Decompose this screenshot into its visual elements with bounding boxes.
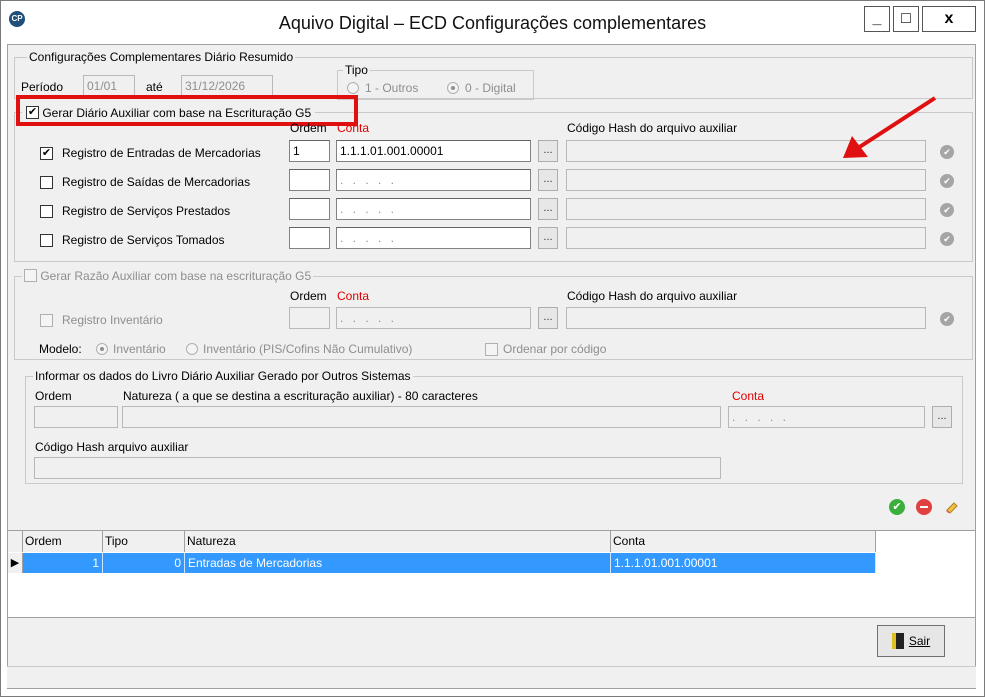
table-row[interactable]: ▶ 1 0 Entradas de Mercadorias 1.1.1.01.0… <box>8 553 876 573</box>
eraser-icon[interactable] <box>945 500 959 514</box>
entradas-checkbox[interactable]: ✔ <box>40 147 53 160</box>
saidas-hash-field[interactable] <box>566 169 926 191</box>
entradas-lock-icon: ✔ <box>940 145 954 159</box>
outros-natureza-label: Natureza ( a que se destina a escrituraç… <box>123 389 478 403</box>
close-button[interactable]: x <box>922 6 976 32</box>
saidas-lock-icon: ✔ <box>940 174 954 188</box>
outros-hash-label: Código Hash arquivo auxiliar <box>35 440 189 454</box>
ordenar-codigo-label: Ordenar por código <box>503 342 607 356</box>
modelo-pis-cofins-label: Inventário (PIS/Cofins Não Cumulativo) <box>203 342 413 356</box>
periodo-fim-field[interactable]: 31/12/2026 <box>181 75 273 97</box>
servicos-tomados-label: Registro de Serviços Tomados <box>62 233 225 247</box>
saidas-ordem-field[interactable] <box>289 169 330 191</box>
inventario-lock-icon: ✔ <box>940 312 954 326</box>
saidas-label: Registro de Saídas de Mercadorias <box>62 175 251 189</box>
outros-browse-button[interactable]: ... <box>932 406 952 428</box>
grid-col-tipo[interactable]: Tipo <box>103 531 185 552</box>
razao-ordem-header: Ordem <box>290 289 327 303</box>
grid-corner <box>8 531 23 552</box>
inventario-hash-field[interactable] <box>566 307 926 329</box>
sair-button[interactable]: Sair <box>877 625 945 657</box>
inventario-browse-button[interactable]: ... <box>538 307 558 329</box>
tipo-outros-label: 1 - Outros <box>365 81 419 95</box>
servicos-prestados-hash-field[interactable] <box>566 198 926 220</box>
hash-header: Código Hash do arquivo auxiliar <box>567 121 738 135</box>
outros-sistemas-legend: Informar os dados do Livro Diário Auxili… <box>33 369 413 383</box>
entradas-hash-field[interactable] <box>566 140 926 162</box>
outros-ordem-label: Ordem <box>35 389 72 403</box>
entradas-ordem-field[interactable]: 1 <box>289 140 330 162</box>
outros-hash-field[interactable] <box>34 457 721 479</box>
servicos-prestados-browse-button[interactable]: ... <box>538 198 558 220</box>
razao-g5-legend: Gerar Razão Auxiliar com base na escritu… <box>22 268 314 283</box>
ordem-header: Ordem <box>290 121 327 135</box>
saidas-checkbox[interactable] <box>40 176 53 189</box>
saidas-browse-button[interactable]: ... <box>538 169 558 191</box>
tipo-legend: Tipo <box>343 63 370 77</box>
razao-hash-header: Código Hash do arquivo auxiliar <box>567 289 738 303</box>
tipo-digital-label: 0 - Digital <box>465 81 516 95</box>
grid-col-natureza[interactable]: Natureza <box>185 531 611 552</box>
periodo-label: Período <box>21 80 64 94</box>
modelo-inventario-radio[interactable] <box>96 343 108 355</box>
cancel-icon[interactable] <box>916 499 932 515</box>
inventario-checkbox[interactable] <box>40 314 53 327</box>
sair-label: Sair <box>908 634 931 648</box>
outros-natureza-field[interactable] <box>122 406 721 428</box>
gerar-razao-checkbox[interactable] <box>24 269 37 283</box>
ordenar-codigo-checkbox[interactable] <box>485 343 498 356</box>
outros-conta-field[interactable]: . . . . . <box>728 406 925 428</box>
modelo-inventario-label: Inventário <box>113 342 166 356</box>
exit-door-icon <box>891 633 904 649</box>
cell-conta[interactable]: 1.1.1.01.001.00001 <box>611 553 876 573</box>
entradas-label: Registro de Entradas de Mercadorias <box>62 146 261 160</box>
tipo-outros-radio[interactable] <box>347 82 359 94</box>
maximize-button[interactable]: □ <box>893 6 919 32</box>
diario-resumido-legend: Configurações Complementares Diário Resu… <box>27 50 296 64</box>
records-grid[interactable]: Ordem Tipo Natureza Conta ▶ 1 0 Entradas… <box>7 530 976 618</box>
conta-header: Conta <box>337 121 370 135</box>
window-title: Aquivo Digital – ECD Configurações compl… <box>278 13 707 33</box>
cell-natureza[interactable]: Entradas de Mercadorias <box>185 553 611 573</box>
servicos-prestados-label: Registro de Serviços Prestados <box>62 204 231 218</box>
grid-col-ordem[interactable]: Ordem <box>23 531 103 552</box>
modelo-pis-cofins-radio[interactable] <box>186 343 198 355</box>
servicos-prestados-lock-icon: ✔ <box>940 203 954 217</box>
gerar-razao-label: Gerar Razão Auxiliar com base na escritu… <box>40 268 312 283</box>
grid-header: Ordem Tipo Natureza Conta <box>8 531 876 552</box>
servicos-tomados-browse-button[interactable]: ... <box>538 227 558 249</box>
servicos-tomados-checkbox[interactable] <box>40 234 53 247</box>
row-indicator-icon: ▶ <box>8 553 23 573</box>
confirm-icon[interactable]: ✔ <box>889 499 905 515</box>
servicos-prestados-ordem-field[interactable] <box>289 198 330 220</box>
tipo-digital-radio[interactable] <box>447 82 459 94</box>
title-bar[interactable]: CP Aquivo Digital – ECD Configurações co… <box>1 1 984 45</box>
inventario-label: Registro Inventário <box>62 313 163 327</box>
entradas-browse-button[interactable]: ... <box>538 140 558 162</box>
servicos-prestados-checkbox[interactable] <box>40 205 53 218</box>
servicos-prestados-conta-field[interactable]: . . . . . <box>336 198 531 220</box>
outros-ordem-field[interactable] <box>34 406 118 428</box>
razao-conta-header: Conta <box>337 289 370 303</box>
servicos-tomados-conta-field[interactable]: . . . . . <box>336 227 531 249</box>
minimize-button[interactable]: _ <box>864 6 890 32</box>
entradas-conta-field[interactable]: 1.1.1.01.001.00001 <box>336 140 531 162</box>
status-bar <box>7 666 976 688</box>
servicos-tomados-lock-icon: ✔ <box>940 232 954 246</box>
cell-tipo[interactable]: 0 <box>103 553 185 573</box>
modelo-label: Modelo: <box>39 342 82 356</box>
outros-conta-label: Conta <box>732 389 765 403</box>
cell-ordem[interactable]: 1 <box>23 553 103 573</box>
grid-col-conta[interactable]: Conta <box>611 531 876 552</box>
ate-label: até <box>146 80 163 94</box>
periodo-inicio-field[interactable]: 01/01 <box>83 75 135 97</box>
inventario-ordem-field[interactable] <box>289 307 330 329</box>
servicos-tomados-ordem-field[interactable] <box>289 227 330 249</box>
inventario-conta-field[interactable]: . . . . . <box>336 307 531 329</box>
servicos-tomados-hash-field[interactable] <box>566 227 926 249</box>
saidas-conta-field[interactable]: . . . . . <box>336 169 531 191</box>
